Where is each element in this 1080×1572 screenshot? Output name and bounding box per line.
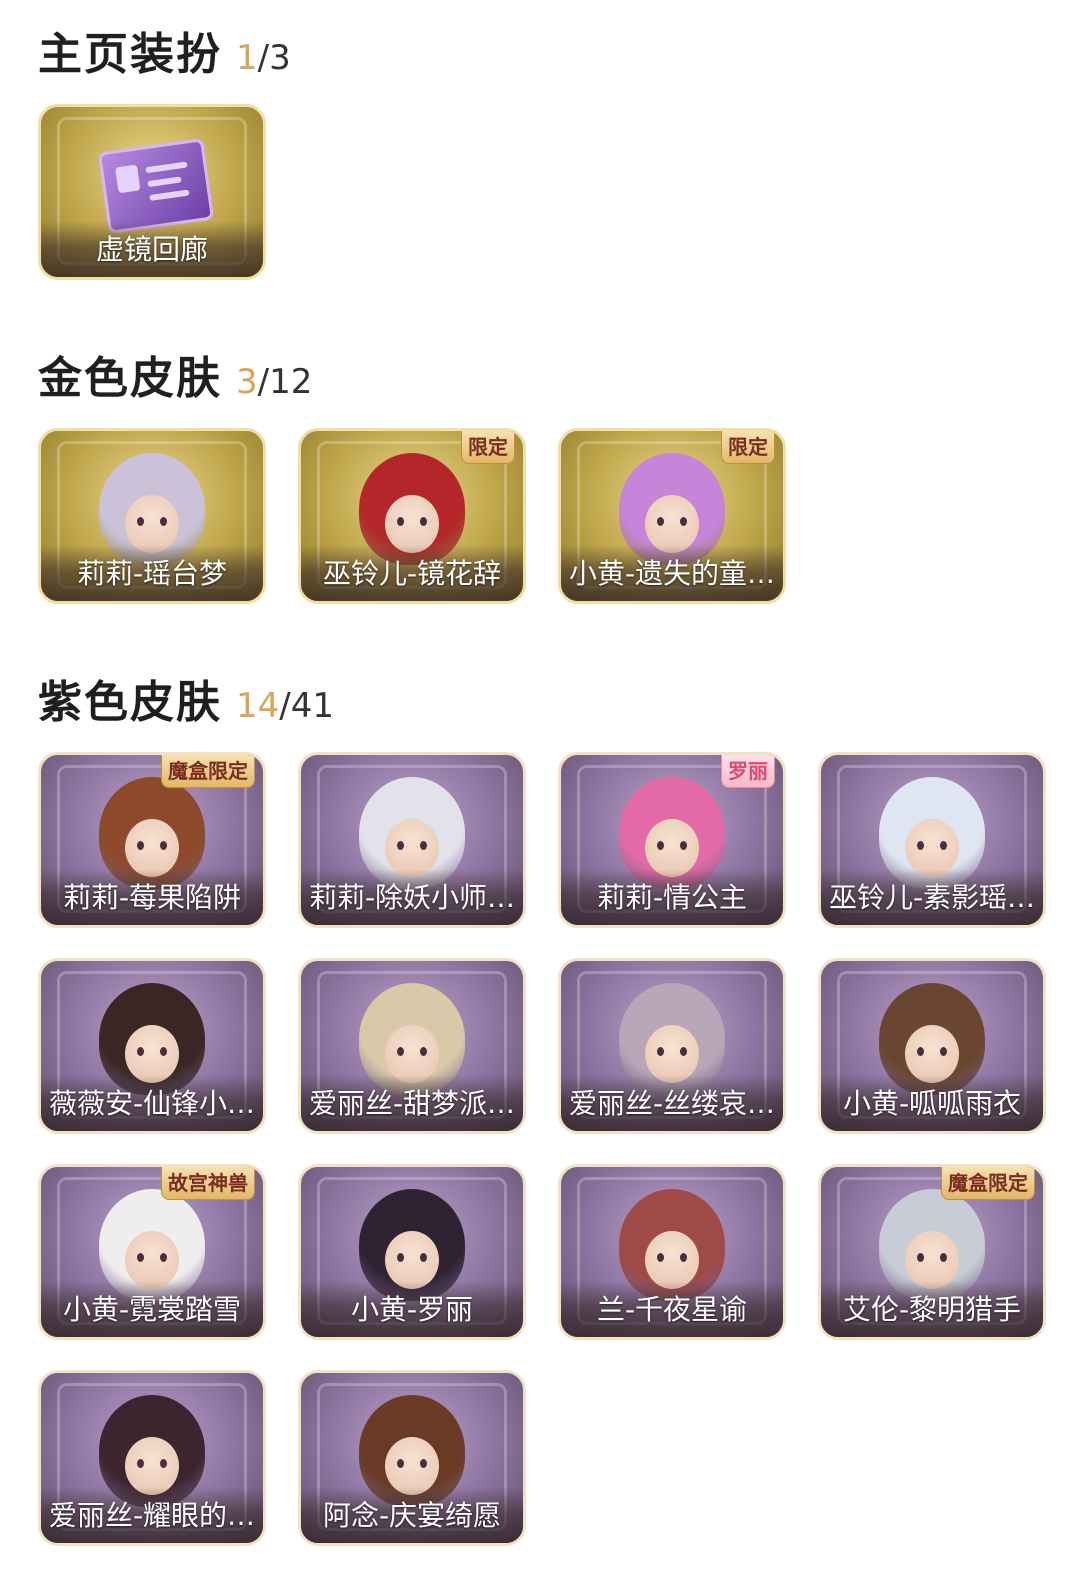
eye-left: [657, 841, 664, 850]
limited-badge: 限定: [721, 431, 775, 464]
item-name: 莉莉-莓果陷阱: [62, 881, 242, 914]
eye-left: [657, 1253, 664, 1262]
eye-left: [917, 841, 924, 850]
item-name: 小黄-遗失的童…: [568, 557, 776, 590]
eye-left: [917, 1253, 924, 1262]
item-name: 兰-千夜星谕: [596, 1293, 748, 1326]
limited-badge: 罗丽: [721, 755, 775, 788]
item-card[interactable]: 小黄-罗丽: [298, 1164, 526, 1340]
eye-right: [680, 1253, 687, 1262]
item-name: 爱丽丝-丝缕哀…: [568, 1087, 776, 1120]
item-name: 小黄-霓裳踏雪: [62, 1293, 242, 1326]
item-card[interactable]: 罗丽莉莉-情公主: [558, 752, 786, 928]
total-count: /3: [257, 38, 291, 78]
eye-left: [397, 1253, 404, 1262]
item-card[interactable]: 莉莉-瑶台梦: [38, 428, 266, 604]
item-card[interactable]: 魔盒限定艾伦-黎明猎手: [818, 1164, 1046, 1340]
item-card[interactable]: 薇薇安-仙锋小…: [38, 958, 266, 1134]
eye-right: [940, 1047, 947, 1056]
eye-right: [160, 517, 167, 526]
section-title: 紫色皮肤: [38, 677, 222, 728]
item-card[interactable]: 莉莉-除妖小师…: [298, 752, 526, 928]
eye-right: [680, 517, 687, 526]
item-name: 虚镜回廊: [95, 233, 208, 266]
item-card[interactable]: 爱丽丝-耀眼的…: [38, 1370, 266, 1546]
limited-badge: 限定: [461, 431, 515, 464]
section-count: 3/12: [236, 362, 312, 402]
item-card[interactable]: 魔盒限定莉莉-莓果陷阱: [38, 752, 266, 928]
eye-right: [420, 1047, 427, 1056]
eye-left: [137, 1253, 144, 1262]
id-card-icon: [97, 138, 215, 234]
eye-left: [137, 517, 144, 526]
item-card[interactable]: 巫铃儿-素影瑶…: [818, 752, 1046, 928]
item-card[interactable]: 故宫神兽小黄-霓裳踏雪: [38, 1164, 266, 1340]
item-card[interactable]: 限定小黄-遗失的童…: [558, 428, 786, 604]
eye-right: [420, 1253, 427, 1262]
eye-left: [657, 517, 664, 526]
item-card[interactable]: 爱丽丝-甜梦派…: [298, 958, 526, 1134]
item-card[interactable]: 限定巫铃儿-镜花辞: [298, 428, 526, 604]
item-name: 小黄-呱呱雨衣: [842, 1087, 1022, 1120]
eye-right: [420, 841, 427, 850]
eye-left: [397, 1459, 404, 1468]
item-name: 巫铃儿-素影瑶…: [828, 881, 1036, 914]
item-name: 爱丽丝-耀眼的…: [48, 1499, 256, 1532]
eye-left: [397, 517, 404, 526]
owned-count: 1: [236, 38, 258, 78]
item-name: 莉莉-情公主: [596, 881, 748, 914]
item-card[interactable]: 阿念-庆宴绮愿: [298, 1370, 526, 1546]
eye-left: [657, 1047, 664, 1056]
eye-left: [397, 1047, 404, 1056]
owned-count: 3: [236, 362, 258, 402]
limited-badge: 魔盒限定: [941, 1167, 1035, 1200]
eye-right: [160, 841, 167, 850]
section-title: 金色皮肤: [38, 353, 222, 404]
eye-right: [940, 841, 947, 850]
item-name: 莉莉-瑶台梦: [76, 557, 228, 590]
section-header: 紫色皮肤 14/41: [38, 666, 334, 728]
item-name: 巫铃儿-镜花辞: [322, 557, 502, 590]
section-count: 14/41: [236, 686, 334, 726]
item-name: 薇薇安-仙锋小…: [48, 1087, 256, 1120]
eye-left: [137, 841, 144, 850]
section-count: 1/3: [236, 38, 291, 78]
section-header: 金色皮肤 3/12: [38, 342, 312, 404]
eye-right: [680, 841, 687, 850]
owned-count: 14: [236, 686, 280, 726]
eye-right: [680, 1047, 687, 1056]
section-title: 主页装扮: [38, 29, 222, 80]
item-name: 莉莉-除妖小师…: [308, 881, 516, 914]
limited-badge: 故宫神兽: [161, 1167, 255, 1200]
eye-left: [917, 1047, 924, 1056]
item-card[interactable]: 爱丽丝-丝缕哀…: [558, 958, 786, 1134]
eye-right: [940, 1253, 947, 1262]
total-count: /12: [257, 362, 313, 402]
item-name: 小黄-罗丽: [350, 1293, 474, 1326]
eye-right: [420, 1459, 427, 1468]
item-card[interactable]: 虚镜回廊: [38, 104, 266, 280]
eye-left: [137, 1459, 144, 1468]
eye-right: [160, 1459, 167, 1468]
eye-right: [420, 517, 427, 526]
eye-left: [137, 1047, 144, 1056]
item-card[interactable]: 小黄-呱呱雨衣: [818, 958, 1046, 1134]
eye-right: [160, 1047, 167, 1056]
eye-right: [160, 1253, 167, 1262]
item-name: 艾伦-黎明猎手: [842, 1293, 1022, 1326]
item-card[interactable]: 兰-千夜星谕: [558, 1164, 786, 1340]
item-name: 阿念-庆宴绮愿: [322, 1499, 502, 1532]
item-name: 爱丽丝-甜梦派…: [308, 1087, 516, 1120]
section-header: 主页装扮 1/3: [38, 18, 291, 80]
limited-badge: 魔盒限定: [161, 755, 255, 788]
eye-left: [397, 841, 404, 850]
total-count: /41: [279, 686, 334, 726]
